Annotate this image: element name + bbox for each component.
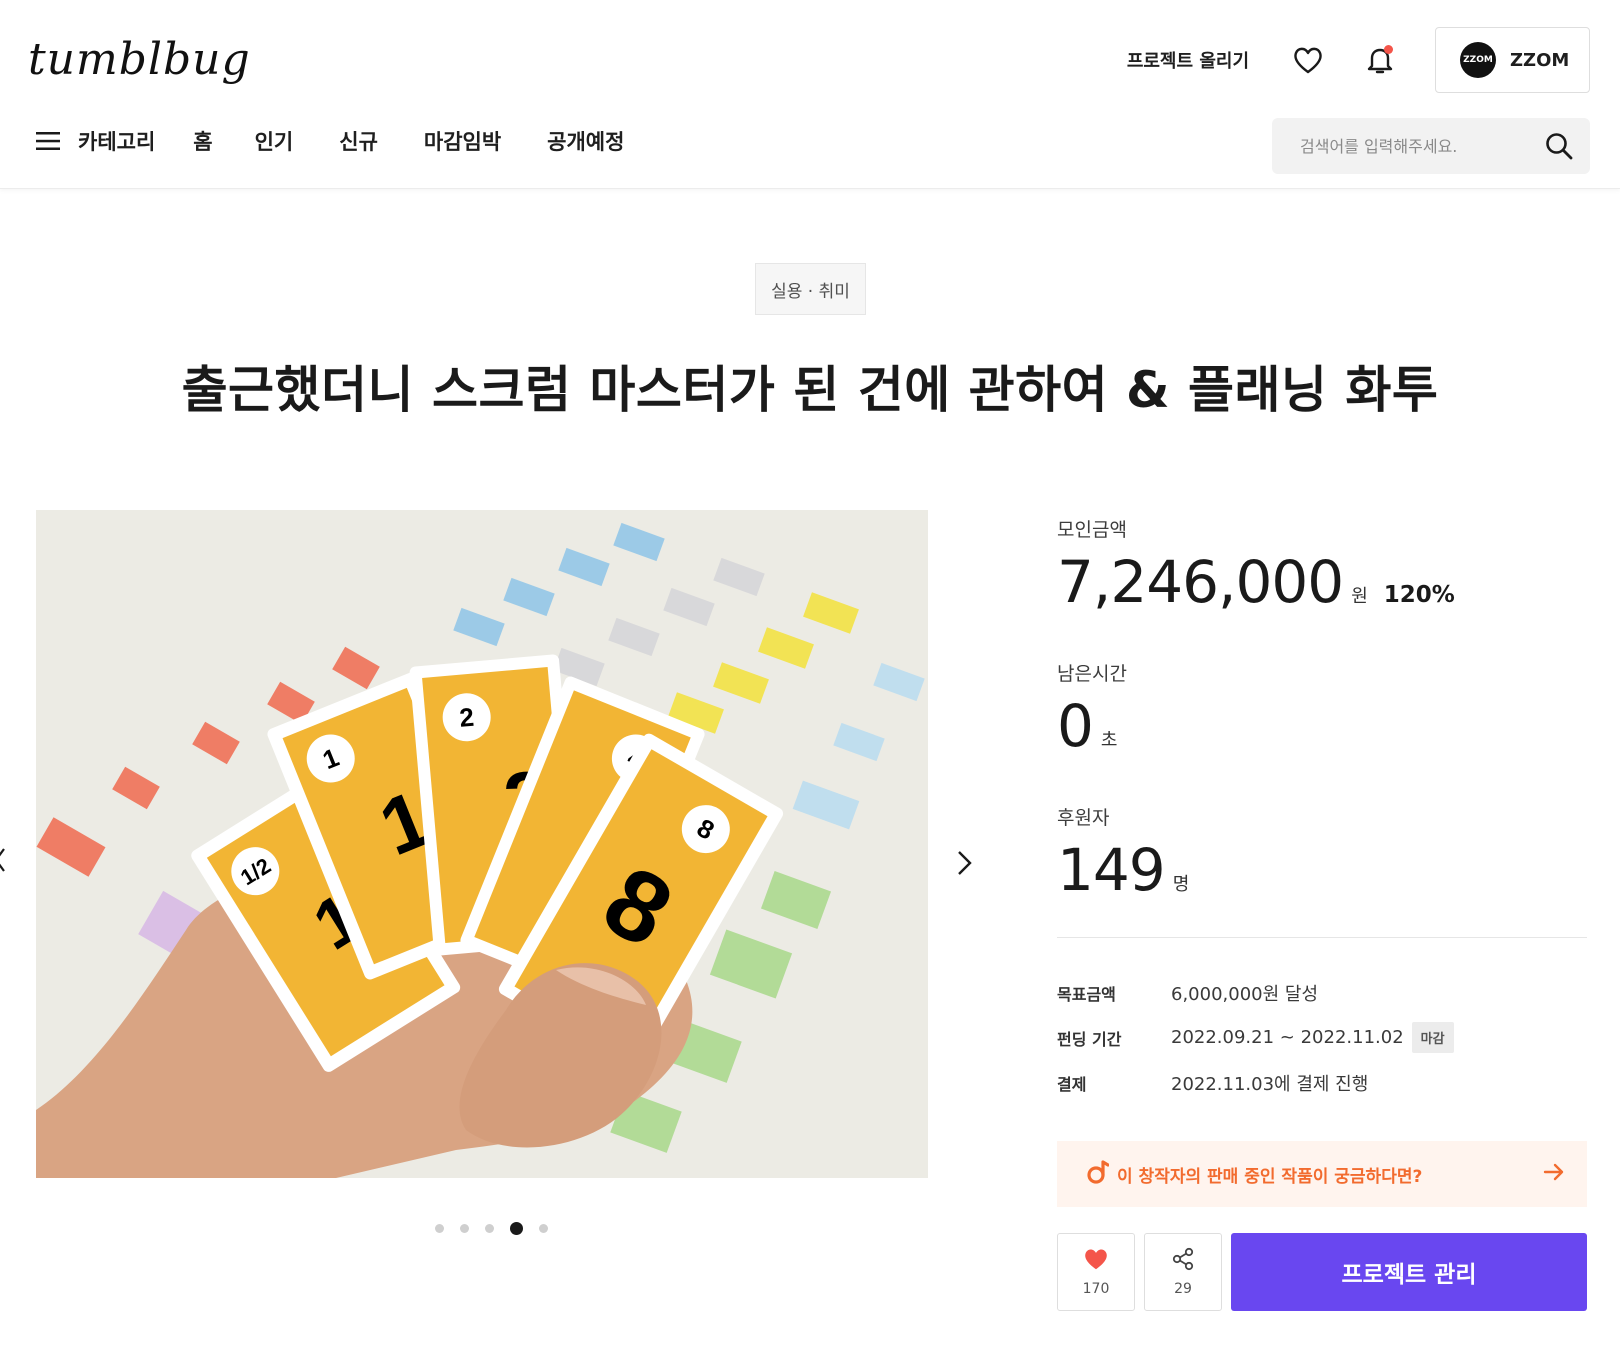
period-value: 2022.09.21 ~ 2022.11.02 (1171, 1027, 1404, 1048)
achievement-percent: 120% (1383, 582, 1455, 608)
payment-key: 결제 (1057, 1074, 1087, 1094)
divider (1057, 937, 1587, 938)
search-input[interactable] (1300, 136, 1540, 156)
payment-row: 결제 2022.11.03에 결제 진행 (1057, 1060, 1587, 1105)
heart-filled-icon (1083, 1247, 1109, 1275)
time-value: 0 (1057, 692, 1094, 760)
share-count: 29 (1174, 1281, 1192, 1297)
profile-name: ZZOM (1510, 49, 1570, 71)
period-row: 펀딩 기간 2022.09.21 ~ 2022.11.02 마감 (1057, 1015, 1587, 1060)
amount-value: 7,246,000 (1057, 548, 1344, 616)
payment-value: 2022.11.03에 결제 진행 (1171, 1073, 1369, 1095)
heart-icon[interactable] (1291, 43, 1325, 77)
category-badge[interactable]: 실용 · 취미 (755, 263, 866, 315)
creator-banner-text: 이 창작자의 판매 중인 작품이 궁금하다면? (1117, 1166, 1423, 1187)
time-block: 남은시간 0 초 (1057, 659, 1587, 803)
carousel-dots (435, 1222, 564, 1235)
time-label: 남은시간 (1057, 663, 1127, 685)
backers-block: 후원자 149 명 (1057, 803, 1587, 929)
carousel-next-arrow[interactable] (956, 848, 974, 882)
header-actions: 프로젝트 올리기 ZZOM ZZOM (1127, 27, 1590, 93)
carousel-dot[interactable] (460, 1224, 469, 1233)
profile-button[interactable]: ZZOM ZZOM (1435, 27, 1590, 93)
carousel-dot[interactable] (485, 1224, 494, 1233)
like-count: 170 (1082, 1281, 1110, 1297)
project-photo: 1/2 1 1 1 2 2 4 (36, 510, 928, 1178)
project-image-carousel[interactable]: 1/2 1 1 1 2 2 4 (36, 510, 928, 1178)
site-header: tumblbug 프로젝트 올리기 ZZOM ZZOM 카테고리 홈 인기 신규… (0, 0, 1620, 189)
amount-label: 모인금액 (1057, 519, 1127, 541)
share-button[interactable]: 29 (1144, 1233, 1222, 1311)
manage-project-button[interactable]: 프로젝트 관리 (1231, 1233, 1587, 1311)
like-button[interactable]: 170 (1057, 1233, 1135, 1311)
upload-project-link[interactable]: 프로젝트 올리기 (1127, 47, 1249, 73)
nav-item-closing-soon[interactable]: 마감임박 (424, 126, 501, 156)
main-nav: 카테고리 홈 인기 신규 마감임박 공개예정 (36, 126, 624, 156)
funding-stats: 모인금액 7,246,000 원 120% 남은시간 0 초 후원자 149 명… (1057, 515, 1587, 1311)
time-unit: 초 (1100, 730, 1118, 751)
funding-info: 목표금액 6,000,000원 달성 펀딩 기간 2022.09.21 ~ 20… (1057, 970, 1587, 1105)
nav-item-popular[interactable]: 인기 (255, 126, 294, 156)
search-icon[interactable] (1544, 131, 1574, 165)
nav-item-home[interactable]: 홈 (193, 126, 212, 156)
deadline-tag: 마감 (1411, 1022, 1454, 1053)
carousel-dot[interactable] (435, 1224, 444, 1233)
carousel-dot[interactable] (539, 1224, 548, 1233)
backers-unit: 명 (1172, 874, 1190, 895)
nav-category[interactable]: 카테고리 (78, 126, 155, 156)
hamburger-menu-icon[interactable] (36, 131, 60, 151)
nav-item-upcoming[interactable]: 공개예정 (547, 126, 624, 156)
page-title: 출근했더니 스크럼 마스터가 된 건에 관하여 & 플래닝 화투 (181, 361, 1439, 419)
amount-block: 모인금액 7,246,000 원 120% (1057, 515, 1587, 659)
card-label: 2 (458, 702, 475, 733)
search-box (1272, 118, 1590, 174)
goal-key: 목표금액 (1057, 984, 1116, 1004)
carousel-dot-active[interactable] (510, 1222, 523, 1235)
carousel-prev-arrow[interactable] (0, 845, 8, 879)
period-key: 펀딩 기간 (1057, 1029, 1122, 1049)
nav-item-new[interactable]: 신규 (339, 126, 378, 156)
logo[interactable]: tumblbug (28, 34, 251, 85)
backers-value: 149 (1057, 836, 1166, 904)
bell-icon[interactable] (1363, 43, 1397, 77)
goal-row: 목표금액 6,000,000원 달성 (1057, 970, 1587, 1015)
amount-unit: 원 (1351, 586, 1368, 607)
backers-label: 후원자 (1057, 807, 1110, 829)
project-actions: 170 29 프로젝트 관리 (1057, 1233, 1587, 1311)
creator-store-icon (1085, 1159, 1110, 1189)
notification-dot (1384, 45, 1393, 54)
avatar: ZZOM (1460, 42, 1496, 78)
creator-store-banner[interactable]: 이 창작자의 판매 중인 작품이 궁금하다면? (1057, 1141, 1587, 1207)
share-icon (1171, 1247, 1195, 1275)
goal-value: 6,000,000원 달성 (1171, 983, 1319, 1005)
arrow-right-icon (1543, 1162, 1565, 1186)
